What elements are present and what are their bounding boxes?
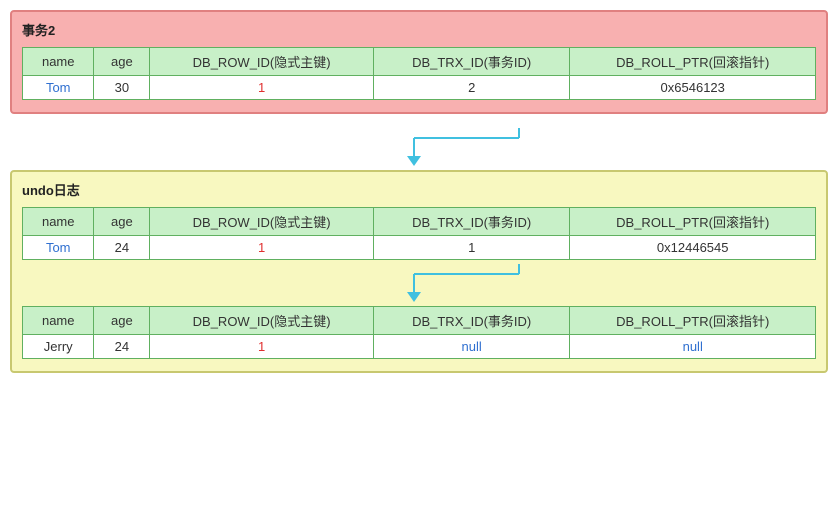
utd2-trx-id: null — [373, 335, 570, 359]
utd1-row-id: 1 — [150, 236, 374, 260]
undo-table-2: name age DB_ROW_ID(隐式主键) DB_TRX_ID(事务ID)… — [22, 306, 816, 359]
uth2-age: age — [94, 307, 150, 335]
cell-trx-id: 2 — [373, 76, 570, 100]
undo-table-1-row: Tom 24 1 1 0x12446545 — [23, 236, 816, 260]
uth1-name: name — [23, 208, 94, 236]
undo-box: undo日志 name age DB_ROW_ID(隐式主键) DB_TRX_I… — [10, 170, 828, 373]
undo-table-1: name age DB_ROW_ID(隐式主键) DB_TRX_ID(事务ID)… — [22, 207, 816, 260]
th-roll-ptr: DB_ROLL_PTR(回滚指针) — [570, 48, 816, 76]
uth1-age: age — [94, 208, 150, 236]
th-trx-id: DB_TRX_ID(事务ID) — [373, 48, 570, 76]
utd2-age: 24 — [94, 335, 150, 359]
undo-table-2-row: Jerry 24 1 null null — [23, 335, 816, 359]
uth1-trx-id: DB_TRX_ID(事务ID) — [373, 208, 570, 236]
cell-name: Tom — [23, 76, 94, 100]
uth2-name: name — [23, 307, 94, 335]
table-row: Tom 30 1 2 0x6546123 — [23, 76, 816, 100]
th-row-id: DB_ROW_ID(隐式主键) — [150, 48, 374, 76]
utd1-trx-id: 1 — [373, 236, 570, 260]
th-name: name — [23, 48, 94, 76]
th-age: age — [94, 48, 150, 76]
cell-roll-ptr: 0x6546123 — [570, 76, 816, 100]
uth2-trx-id: DB_TRX_ID(事务ID) — [373, 307, 570, 335]
utd1-age: 24 — [94, 236, 150, 260]
uth2-roll-ptr: DB_ROLL_PTR(回滚指针) — [570, 307, 816, 335]
undo-title: undo日志 — [22, 180, 816, 199]
uth1-roll-ptr: DB_ROLL_PTR(回滚指针) — [570, 208, 816, 236]
transaction-box: 事务2 name age DB_ROW_ID(隐式主键) DB_TRX_ID(事… — [10, 10, 828, 114]
utd2-row-id: 1 — [150, 335, 374, 359]
arrow-1 — [10, 124, 828, 170]
uth2-row-id: DB_ROW_ID(隐式主键) — [150, 307, 374, 335]
cell-row-id: 1 — [150, 76, 374, 100]
utd1-name: Tom — [23, 236, 94, 260]
utd1-roll-ptr: 0x12446545 — [570, 236, 816, 260]
uth1-row-id: DB_ROW_ID(隐式主键) — [150, 208, 374, 236]
arrow-down-svg-2 — [269, 264, 569, 302]
utd2-roll-ptr: null — [570, 335, 816, 359]
transaction-title: 事务2 — [22, 20, 816, 39]
arrow-2 — [22, 260, 816, 306]
utd2-name: Jerry — [23, 335, 94, 359]
cell-age: 30 — [94, 76, 150, 100]
transaction-table: name age DB_ROW_ID(隐式主键) DB_TRX_ID(事务ID)… — [22, 47, 816, 100]
arrow-down-svg-1 — [269, 128, 569, 166]
